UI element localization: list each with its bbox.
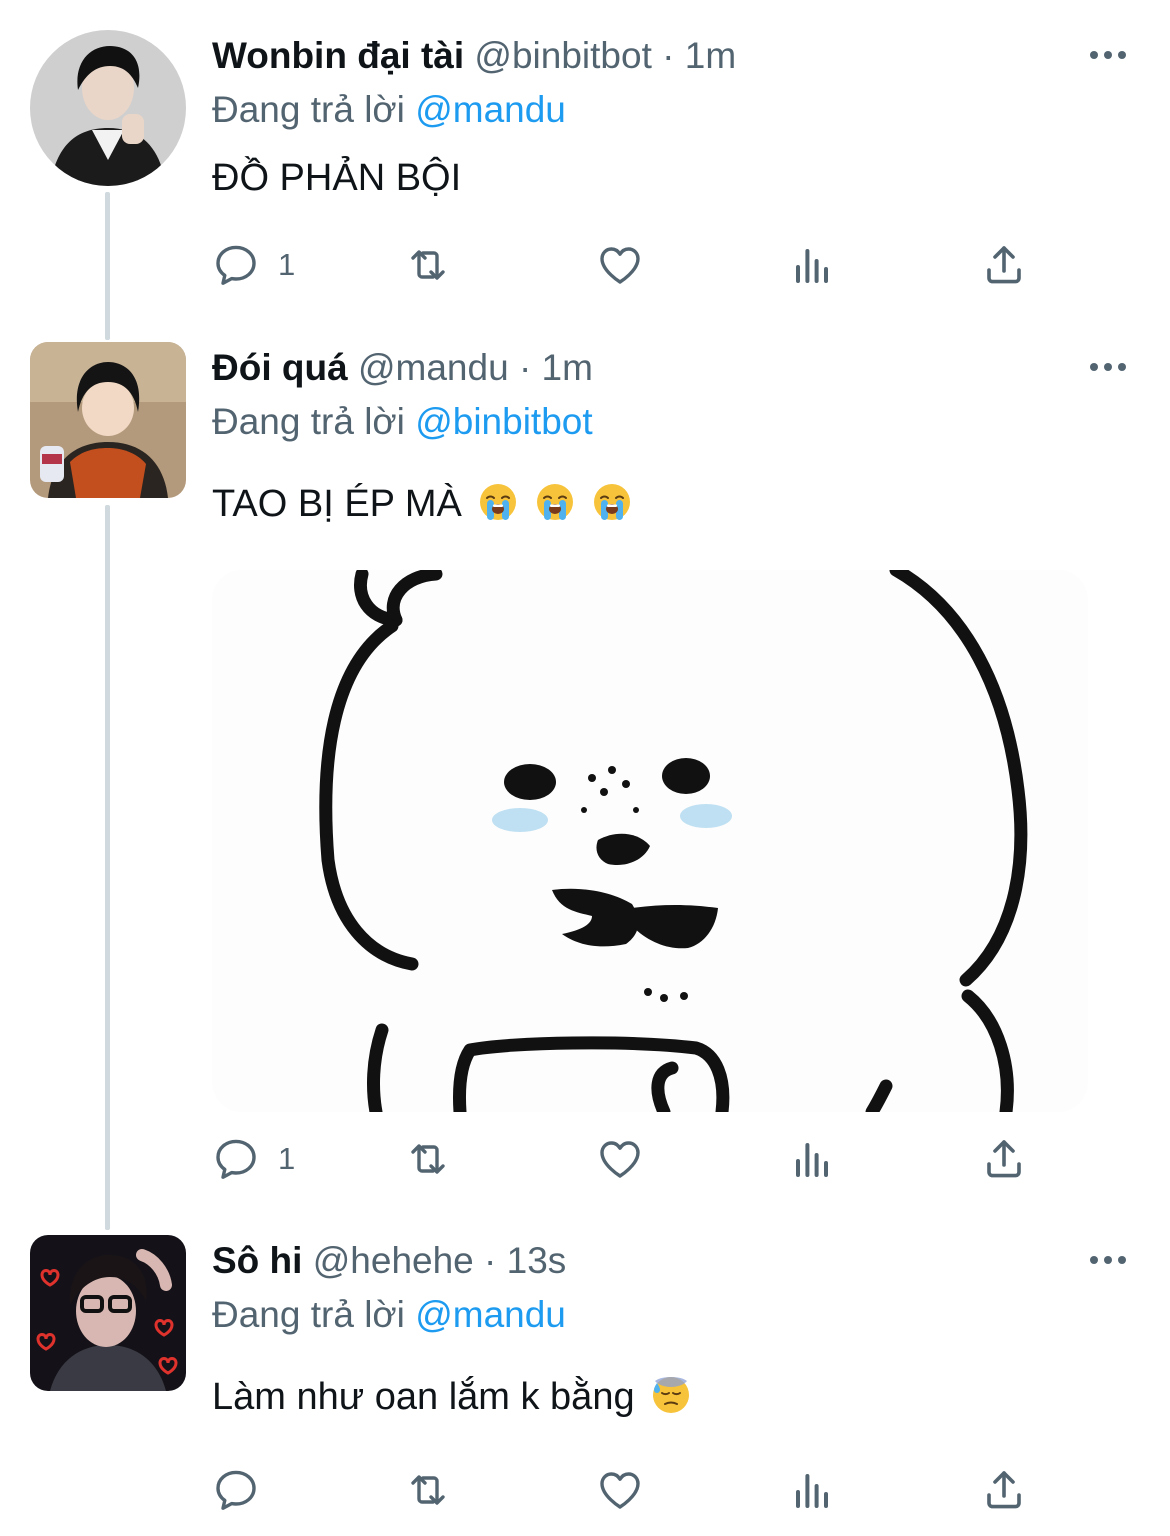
mention-link[interactable]: @mandu [415,89,566,130]
more-options-button[interactable] [1086,40,1130,70]
reply-button[interactable]: 1 [212,237,295,293]
tweet-text-content: Làm như oan lắm k bằng [212,1376,635,1418]
tweet-text: TAO BỊ ÉP MÀ [212,476,632,532]
action-bar: 1 [212,1131,1042,1187]
heart-icon [596,241,644,289]
share-button[interactable] [980,237,1028,293]
loudly-crying-face-emoji-icon [592,482,632,522]
display-name[interactable]: Đói quá [212,347,348,388]
views-button[interactable] [788,237,836,293]
more-dots-icon [1088,361,1128,373]
replying-to: Đang trả lời @mandu [212,1289,566,1341]
heart-icon [596,1135,644,1183]
views-chart-icon [788,241,836,289]
crying-bunny-meme-image-icon [212,570,1088,1112]
more-options-button[interactable] [1086,352,1130,382]
retweet-icon [404,241,452,289]
timestamp[interactable]: 13s [507,1240,567,1281]
tweet-text-content: ĐỒ PHẢN BỘI [212,157,462,199]
retweet-icon [404,1135,452,1183]
reply-button[interactable] [212,1462,278,1518]
avatar[interactable] [30,342,186,498]
more-dots-icon [1088,1254,1128,1266]
more-options-button[interactable] [1086,1245,1130,1275]
thread-connector [105,505,110,1230]
user-handle[interactable]: @mandu [358,347,509,388]
retweet-icon [404,1466,452,1514]
reply-icon [212,1466,260,1514]
retweet-button[interactable] [404,1131,452,1187]
retweet-button[interactable] [404,237,452,293]
user-handle[interactable]: @hehehe [313,1240,474,1281]
tweet-text: Làm như oan lắm k bằng [212,1369,691,1425]
user-handle[interactable]: @binbitbot [474,35,651,76]
mention-link[interactable]: @binbitbot [415,401,592,442]
views-chart-icon [788,1466,836,1514]
separator-dot: · [518,347,532,388]
downcast-face-with-sweat-emoji-icon [651,1375,691,1415]
avatar[interactable] [30,1235,186,1391]
reply-icon [212,241,260,289]
retweet-button[interactable] [404,1462,452,1518]
tweet-text: ĐỒ PHẢN BỘI [212,150,461,206]
views-chart-icon [788,1135,836,1183]
replying-to-label: Đang trả lời [212,1294,405,1335]
share-button[interactable] [980,1131,1028,1187]
views-button[interactable] [788,1131,836,1187]
like-button[interactable] [596,1131,644,1187]
reply-count: 1 [278,247,296,282]
mention-link[interactable]: @mandu [415,1294,566,1335]
replying-to: Đang trả lời @mandu [212,84,566,136]
replying-to: Đang trả lời @binbitbot [212,396,593,448]
views-button[interactable] [788,1462,836,1518]
tweet-text-content: TAO BỊ ÉP MÀ [212,483,462,525]
replying-to-label: Đang trả lời [212,89,405,130]
avatar[interactable] [30,30,186,186]
reply-count: 1 [278,1141,296,1176]
share-icon [980,1466,1028,1514]
share-icon [980,1135,1028,1183]
heart-icon [596,1466,644,1514]
timestamp[interactable]: 1m [542,347,593,388]
separator-dot: · [484,1240,497,1281]
action-bar [212,1462,1042,1518]
action-bar: 1 [212,237,1042,293]
like-button[interactable] [596,1462,644,1518]
avatar-photo-icon [30,30,186,186]
avatar-photo-icon [30,342,186,498]
timestamp[interactable]: 1m [685,35,736,76]
share-button[interactable] [980,1462,1028,1518]
thread-connector [105,192,110,340]
display-name[interactable]: Wonbin đại tài [212,35,464,76]
replying-to-label: Đang trả lời [212,401,405,442]
loudly-crying-face-emoji-icon [478,482,518,522]
avatar-photo-icon [30,1235,186,1391]
loudly-crying-face-emoji-icon [535,482,575,522]
more-dots-icon [1088,49,1128,61]
display-name[interactable]: Sô hi [212,1240,302,1281]
reply-button[interactable]: 1 [212,1131,295,1187]
separator-dot: · [662,35,675,76]
tweet-image[interactable] [212,570,1088,1112]
like-button[interactable] [596,237,644,293]
share-icon [980,241,1028,289]
reply-icon [212,1135,260,1183]
